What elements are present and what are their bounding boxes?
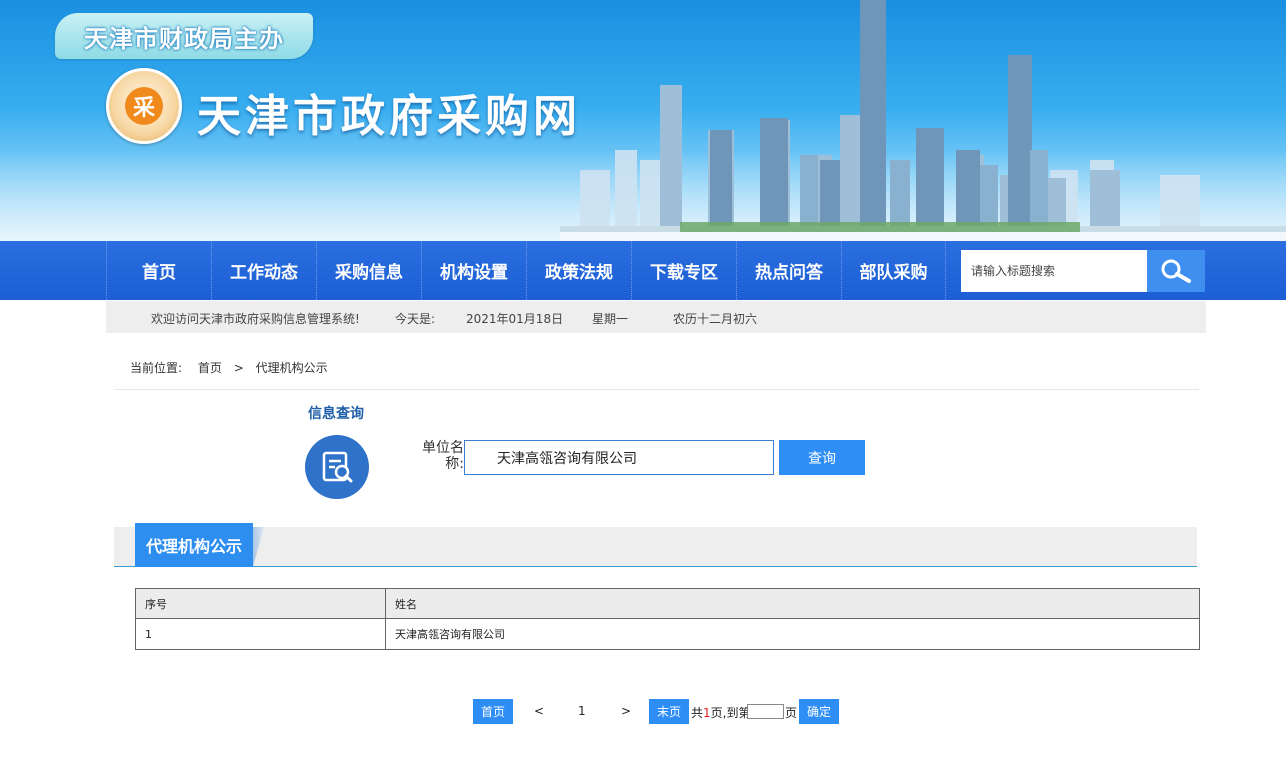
document-search-icon	[305, 435, 369, 499]
table-header-row: 序号 姓名	[135, 588, 1200, 619]
breadcrumb: 当前位置: 首页 > 代理机构公示	[130, 359, 336, 376]
table-row: 1 天津高瓴咨询有限公司	[135, 618, 1200, 650]
logo-emblem-icon: 采	[125, 87, 163, 125]
breadcrumb-separator: >	[233, 361, 244, 375]
nav-item-home[interactable]: 首页	[106, 241, 211, 300]
nav-menu: 首页 工作动态 采购信息 机构设置 政策法规 下载专区 热点问答 部队采购	[106, 241, 946, 300]
current-page-number[interactable]: 1	[578, 704, 586, 718]
nav-item-organization[interactable]: 机构设置	[421, 241, 526, 300]
breadcrumb-home-link[interactable]: 首页	[198, 361, 222, 375]
magnifier-icon	[1161, 259, 1191, 283]
agency-list-table: 序号 姓名 1 天津高瓴咨询有限公司	[135, 588, 1200, 650]
next-page-link[interactable]: >	[621, 704, 631, 718]
column-header-name: 姓名	[385, 588, 1200, 619]
goto-suffix: 页	[785, 706, 798, 720]
welcome-text: 欢迎访问天津市政府采购信息管理系统!	[151, 312, 360, 326]
company-name-input[interactable]	[464, 440, 774, 475]
nav-item-military-procurement[interactable]: 部队采购	[841, 241, 946, 300]
breadcrumb-label: 当前位置:	[130, 361, 183, 375]
breadcrumb-divider	[114, 389, 1199, 390]
prev-page-link[interactable]: <	[534, 704, 544, 718]
nav-item-faq[interactable]: 热点问答	[736, 241, 841, 300]
today-label: 今天是:	[395, 312, 436, 326]
nav-item-procurement-info[interactable]: 采购信息	[316, 241, 421, 300]
first-page-button[interactable]: 首页	[473, 699, 513, 724]
site-logo[interactable]: 采	[106, 68, 182, 144]
total-prefix: 共	[691, 706, 704, 720]
site-title: 天津市政府采购网	[197, 91, 581, 142]
document-search-glyph	[322, 451, 353, 483]
total-suffix: 页,到第	[710, 706, 751, 720]
title-search-input[interactable]	[961, 250, 1147, 292]
sponsor-text: 天津市财政局主办	[84, 24, 284, 53]
total-pages-count: 1	[703, 706, 711, 720]
lunar-date: 农历十二月初六	[673, 312, 758, 326]
sponsor-badge: 天津市财政局主办	[55, 13, 313, 59]
section-title-tab: 代理机构公示	[135, 523, 253, 567]
nav-item-work-news[interactable]: 工作动态	[211, 241, 316, 300]
breadcrumb-current: 代理机构公示	[255, 361, 328, 375]
company-name-label: 单位名称:	[422, 440, 464, 472]
row-name-cell[interactable]: 天津高瓴咨询有限公司	[385, 618, 1200, 650]
search-button[interactable]	[1147, 250, 1205, 292]
weekday: 星期一	[592, 312, 629, 326]
column-header-index: 序号	[135, 588, 386, 619]
query-section-title: 信息查询	[308, 406, 364, 422]
total-pages-text: 共1页,到第	[691, 704, 750, 721]
goto-page-input[interactable]	[747, 704, 784, 719]
query-button[interactable]: 查询	[779, 440, 865, 475]
row-index-cell: 1	[135, 618, 386, 650]
goto-confirm-button[interactable]: 确定	[799, 699, 839, 724]
nav-item-downloads[interactable]: 下载专区	[631, 241, 736, 300]
header-banner: 天津市财政局主办 采 天津市政府采购网	[0, 0, 1286, 241]
last-page-button[interactable]: 末页	[649, 699, 689, 724]
section-header-bar	[114, 527, 1197, 567]
welcome-info-bar: 欢迎访问天津市政府采购信息管理系统! 今天是: 2021年01月18日 星期一 …	[106, 301, 1206, 333]
nav-item-policies[interactable]: 政策法规	[526, 241, 631, 300]
city-skyline-image	[560, 0, 1286, 241]
main-navbar: 首页 工作动态 采购信息 机构设置 政策法规 下载专区 热点问答 部队采购	[0, 241, 1286, 300]
current-date: 2021年01月18日	[466, 312, 564, 326]
